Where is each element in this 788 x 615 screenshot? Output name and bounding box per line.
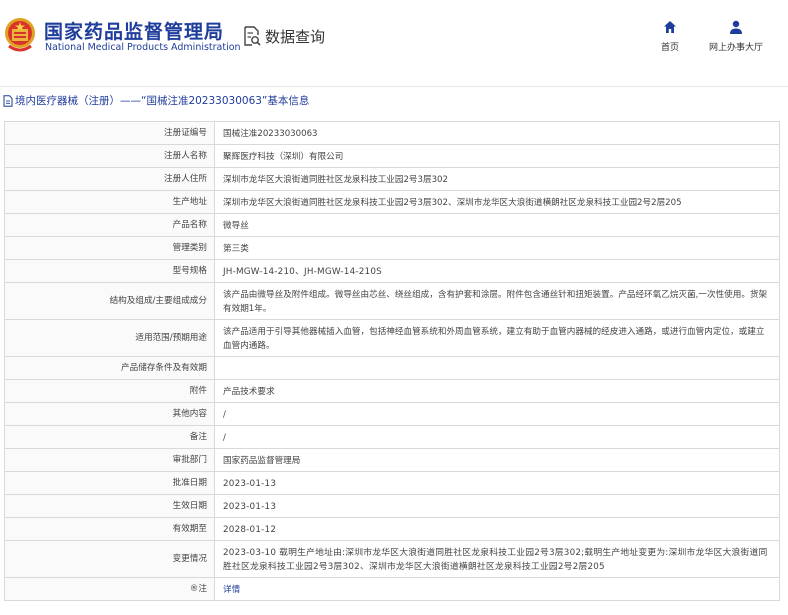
field-label: 注册证编号	[4, 121, 215, 145]
nav-home-label: 首页	[660, 43, 679, 53]
table-row: 生产地址 深圳市龙华区大浪街道同胜社区龙泉科技工业园2号3层302、深圳市龙华区大…	[4, 190, 780, 214]
table-row: 附件 产品技术要求	[4, 379, 780, 403]
field-value: 国家药品监督管理局	[214, 448, 780, 472]
table-row: 注册人名称 聚辉医疗科技（深圳）有限公司	[4, 144, 780, 168]
section-title: 数据查询	[265, 27, 326, 46]
field-label: 其他内容	[4, 402, 215, 426]
field-value: 2023-01-13	[214, 494, 780, 518]
field-label: 生产地址	[4, 190, 215, 214]
field-label: 注册人住所	[4, 167, 215, 191]
nav-hall-label: 网上办事大厅	[708, 43, 763, 53]
table-row: 批准日期 2023-01-13	[4, 471, 780, 495]
table-row: 适用范围/预期用途 该产品适用于引导其他器械插入血管，包括神经血管系统和外周血管系…	[4, 319, 780, 357]
table-row: 产品名称 微导丝	[4, 213, 780, 237]
table-row: 有效期至 2028-01-12	[4, 517, 780, 541]
nav-home[interactable]: 首页	[656, 20, 684, 53]
field-label: 产品名称	[4, 213, 215, 237]
field-label: 型号规格	[4, 259, 215, 283]
field-value: 该产品由微导丝及附件组成。微导丝由芯丝、绕丝组成，含有护套和涂层。附件包含通丝针…	[214, 282, 780, 320]
table-row: 注册证编号 国械注准20233030063	[4, 121, 780, 145]
details-link[interactable]: 详情	[223, 585, 240, 595]
site-name-cn[interactable]: 国家药品监督管理局	[44, 17, 224, 44]
table-row: 注册人住所 深圳市龙华区大浪街道同胜社区龙泉科技工业园2号3层302	[4, 167, 780, 191]
field-value: 2023-03-10 载明生产地址由:深圳市龙华区大浪街道同胜社区龙泉科技工业园…	[214, 540, 780, 578]
field-label: 结构及组成/主要组成成分	[4, 282, 215, 320]
user-icon	[730, 20, 742, 34]
table-row-note: ®注 详情	[4, 577, 780, 601]
field-label: 适用范围/预期用途	[4, 319, 215, 357]
table-row: 管理类别 第三类	[4, 236, 780, 260]
nav-online-hall[interactable]: 网上办事大厅	[704, 20, 768, 53]
field-label: 有效期至	[4, 517, 215, 541]
field-value: 聚辉医疗科技（深圳）有限公司	[214, 144, 780, 168]
field-value: 微导丝	[214, 213, 780, 237]
field-value: JH-MGW-14-210、JH-MGW-14-210S	[214, 259, 780, 283]
field-value: 详情	[214, 577, 780, 601]
field-label: 审批部门	[4, 448, 215, 472]
field-value: 第三类	[214, 236, 780, 260]
field-value: 该产品适用于引导其他器械插入血管，包括神经血管系统和外周血管系统，建立有助于血管…	[214, 319, 780, 357]
table-row: 审批部门 国家药品监督管理局	[4, 448, 780, 472]
home-icon	[664, 21, 676, 33]
national-emblem-icon[interactable]	[3, 16, 37, 54]
field-value: /	[214, 402, 780, 426]
breadcrumb-text: 境内医疗器械（注册）——“国械注准20233030063”基本信息	[15, 95, 310, 107]
table-row: 备注 /	[4, 425, 780, 449]
note-label: 注	[198, 584, 207, 594]
field-value: 深圳市龙华区大浪街道同胜社区龙泉科技工业园2号3层302、深圳市龙华区大浪街道横…	[214, 190, 780, 214]
table-row: 其他内容 /	[4, 402, 780, 426]
field-value: 2023-01-13	[214, 471, 780, 495]
field-label: ®注	[4, 577, 215, 601]
field-value: 产品技术要求	[214, 379, 780, 403]
data-query-title: 数据查询	[243, 24, 325, 48]
table-row: 变更情况 2023-03-10 载明生产地址由:深圳市龙华区大浪街道同胜社区龙泉科…	[4, 540, 780, 578]
field-label: 批准日期	[4, 471, 215, 495]
field-label: 附件	[4, 379, 215, 403]
field-value: 国械注准20233030063	[214, 121, 780, 145]
field-value: 深圳市龙华区大浪街道同胜社区龙泉科技工业园2号3层302	[214, 167, 780, 191]
table-row: 生效日期 2023-01-13	[4, 494, 780, 518]
field-label: 备注	[4, 425, 215, 449]
document-search-icon	[244, 26, 261, 46]
field-value: /	[214, 425, 780, 449]
document-icon	[3, 94, 13, 107]
field-label: 管理类别	[4, 236, 215, 260]
field-label: 变更情况	[4, 540, 215, 578]
field-label: 产品储存条件及有效期	[4, 356, 215, 380]
table-row: 产品储存条件及有效期	[4, 356, 780, 380]
site-name-en[interactable]: National Medical Products Administration	[45, 42, 241, 53]
site-header: 国家药品监督管理局 National Medical Products Admi…	[0, 0, 788, 76]
table-row: 结构及组成/主要组成成分 该产品由微导丝及附件组成。微导丝由芯丝、绕丝组成，含有护…	[4, 282, 780, 320]
field-value: 2028-01-12	[214, 517, 780, 541]
table-row: 型号规格 JH-MGW-14-210、JH-MGW-14-210S	[4, 259, 780, 283]
field-value	[214, 356, 780, 380]
breadcrumb: 境内医疗器械（注册）——“国械注准20233030063”基本信息	[0, 86, 788, 114]
field-label: 生效日期	[4, 494, 215, 518]
field-label: 注册人名称	[4, 144, 215, 168]
device-detail-table: 注册证编号 国械注准20233030063 注册人名称 聚辉医疗科技（深圳）有限公司注…	[4, 121, 780, 601]
